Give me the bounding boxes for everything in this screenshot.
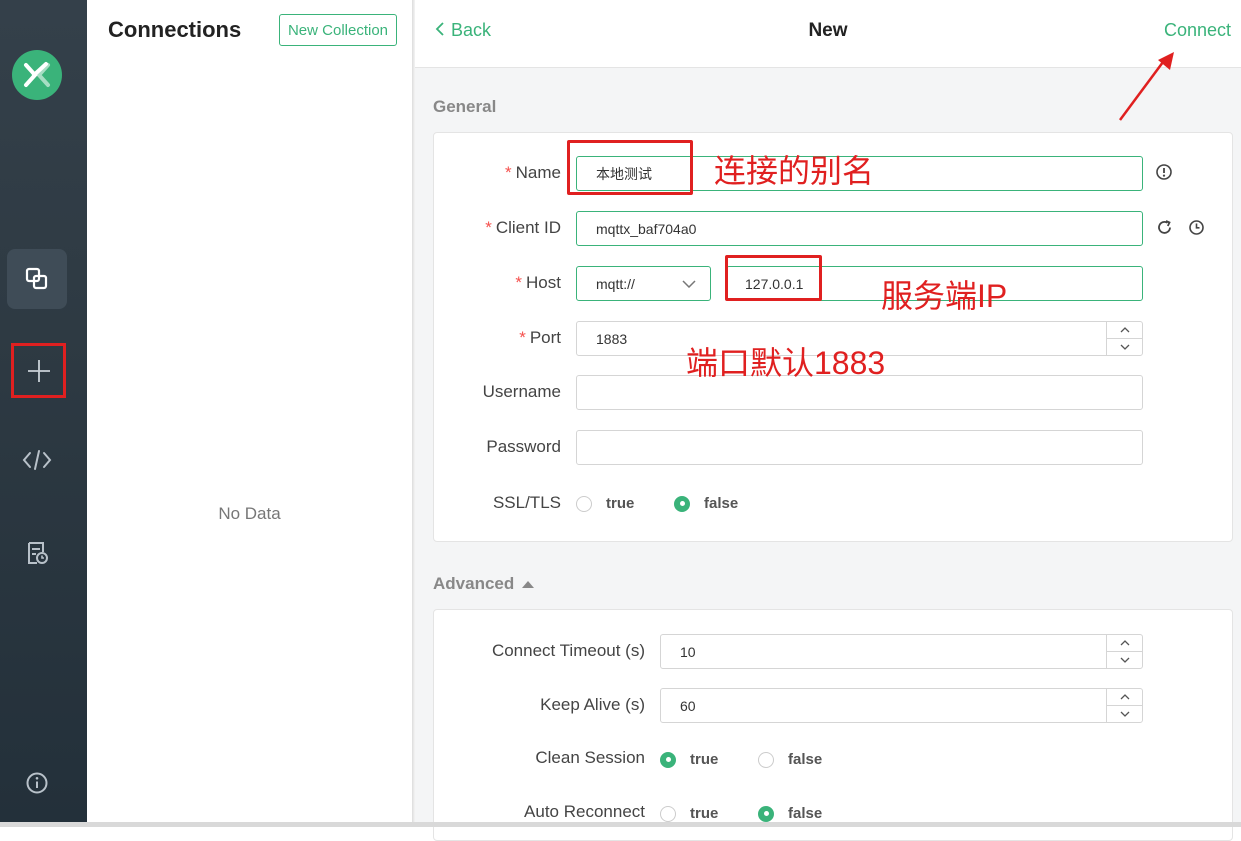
advanced-section-title: Advanced bbox=[433, 574, 515, 593]
clean-session-true-label[interactable]: true bbox=[690, 751, 718, 768]
client-id-label: * Client ID bbox=[485, 218, 561, 237]
annotation-highlight-box bbox=[11, 343, 66, 398]
required-marker: * bbox=[519, 328, 526, 347]
empty-state-text: No Data bbox=[218, 504, 281, 523]
clean-session-label: Clean Session bbox=[535, 748, 645, 767]
chevron-down-icon bbox=[1120, 344, 1129, 350]
keep-alive-input[interactable]: 60 bbox=[660, 688, 1143, 723]
connections-icon bbox=[25, 267, 48, 290]
auto-reconnect-true: true bbox=[660, 805, 718, 822]
ssl-radio-group: true bbox=[576, 495, 634, 512]
connections-panel: Connections New Collection No Data bbox=[87, 0, 412, 822]
clock-icon bbox=[1188, 219, 1204, 235]
new-collection-button[interactable]: New Collection bbox=[279, 14, 397, 46]
ssl-label: SSL/TLS bbox=[492, 493, 561, 512]
horizontal-scrollbar[interactable] bbox=[0, 822, 1241, 827]
client-id-input[interactable]: mqttx_baf704a0 bbox=[576, 211, 1143, 246]
chevron-up-icon bbox=[1120, 327, 1129, 333]
chevron-down-icon bbox=[682, 280, 696, 288]
password-input[interactable] bbox=[576, 430, 1143, 465]
client-id-time-button[interactable] bbox=[1186, 217, 1206, 237]
connections-title: Connections bbox=[108, 17, 242, 42]
password-label: Password bbox=[486, 437, 561, 456]
required-marker: * bbox=[485, 218, 492, 237]
auto-reconnect-true-label[interactable]: true bbox=[690, 805, 718, 822]
host-label: * Host bbox=[515, 273, 561, 292]
annotation-highlight-box bbox=[567, 140, 693, 195]
general-section-title: General bbox=[433, 97, 497, 116]
decrease-button[interactable] bbox=[1107, 652, 1142, 668]
connect-button[interactable]: Connect bbox=[1164, 20, 1231, 41]
nav-about-button[interactable] bbox=[17, 763, 57, 803]
info-icon bbox=[26, 772, 48, 794]
keep-alive-stepper bbox=[1106, 689, 1142, 722]
advanced-section-toggle[interactable]: Advanced bbox=[433, 574, 535, 594]
username-label: Username bbox=[482, 382, 561, 401]
increase-button[interactable] bbox=[1107, 322, 1142, 339]
decrease-button[interactable] bbox=[1107, 339, 1142, 355]
annotation-arrow-icon bbox=[1118, 52, 1174, 121]
increase-button[interactable] bbox=[1107, 635, 1142, 652]
name-help-button[interactable] bbox=[1154, 162, 1174, 182]
host-annotation: 服务端IP bbox=[881, 278, 1008, 314]
chevron-up-icon bbox=[1120, 694, 1129, 700]
clean-session-false-label[interactable]: false bbox=[788, 751, 822, 768]
keep-alive-label: Keep Alive (s) bbox=[540, 695, 645, 714]
port-label: * Port bbox=[519, 328, 561, 347]
page-title: New bbox=[808, 20, 848, 41]
app-logo[interactable] bbox=[12, 50, 62, 100]
port-stepper bbox=[1106, 322, 1142, 355]
left-nav bbox=[0, 0, 87, 822]
required-marker: * bbox=[515, 273, 523, 292]
connect-timeout-label: Connect Timeout (s) bbox=[491, 641, 645, 660]
ssl-true-radio[interactable] bbox=[576, 495, 592, 512]
name-annotation: 连接的别名 bbox=[714, 153, 875, 189]
refresh-client-id-button[interactable] bbox=[1154, 217, 1174, 237]
auto-reconnect-false-radio[interactable] bbox=[758, 805, 774, 822]
refresh-icon bbox=[1157, 219, 1171, 234]
info-circle-icon bbox=[1156, 164, 1172, 180]
caret-up-icon bbox=[522, 581, 535, 588]
chevron-down-icon bbox=[1120, 711, 1129, 717]
connect-timeout-input[interactable]: 10 bbox=[660, 634, 1143, 669]
nav-script-button[interactable] bbox=[17, 440, 57, 480]
ssl-radio-group-false: false bbox=[674, 495, 738, 512]
protocol-select[interactable]: mqtt:// bbox=[576, 266, 711, 301]
clean-session-false-radio[interactable] bbox=[758, 751, 774, 768]
decrease-button[interactable] bbox=[1107, 706, 1142, 722]
ssl-false-radio[interactable] bbox=[674, 495, 690, 512]
auto-reconnect-true-radio[interactable] bbox=[660, 805, 676, 822]
auto-reconnect-false: false bbox=[758, 805, 822, 822]
port-annotation: 端口默认1883 bbox=[686, 345, 886, 381]
clean-session-true: true bbox=[660, 751, 718, 768]
clean-session-true-radio[interactable] bbox=[660, 751, 676, 768]
auto-reconnect-false-label[interactable]: false bbox=[788, 805, 822, 822]
chevron-down-icon bbox=[1120, 657, 1129, 663]
log-icon bbox=[28, 542, 48, 564]
connect-timeout-stepper bbox=[1106, 635, 1142, 668]
nav-log-button[interactable] bbox=[17, 533, 57, 573]
nav-connections-button[interactable] bbox=[7, 249, 67, 309]
auto-reconnect-label: Auto Reconnect bbox=[524, 802, 645, 821]
required-marker: * bbox=[505, 163, 512, 182]
name-label: * Name bbox=[505, 163, 561, 182]
ssl-true-label[interactable]: true bbox=[606, 495, 634, 512]
ssl-false-label[interactable]: false bbox=[704, 495, 738, 512]
chevron-up-icon bbox=[1120, 640, 1129, 646]
clean-session-false: false bbox=[758, 751, 822, 768]
logo-x-icon bbox=[24, 62, 50, 87]
script-icon bbox=[22, 450, 52, 470]
increase-button[interactable] bbox=[1107, 689, 1142, 706]
annotation-highlight-box bbox=[725, 255, 822, 301]
